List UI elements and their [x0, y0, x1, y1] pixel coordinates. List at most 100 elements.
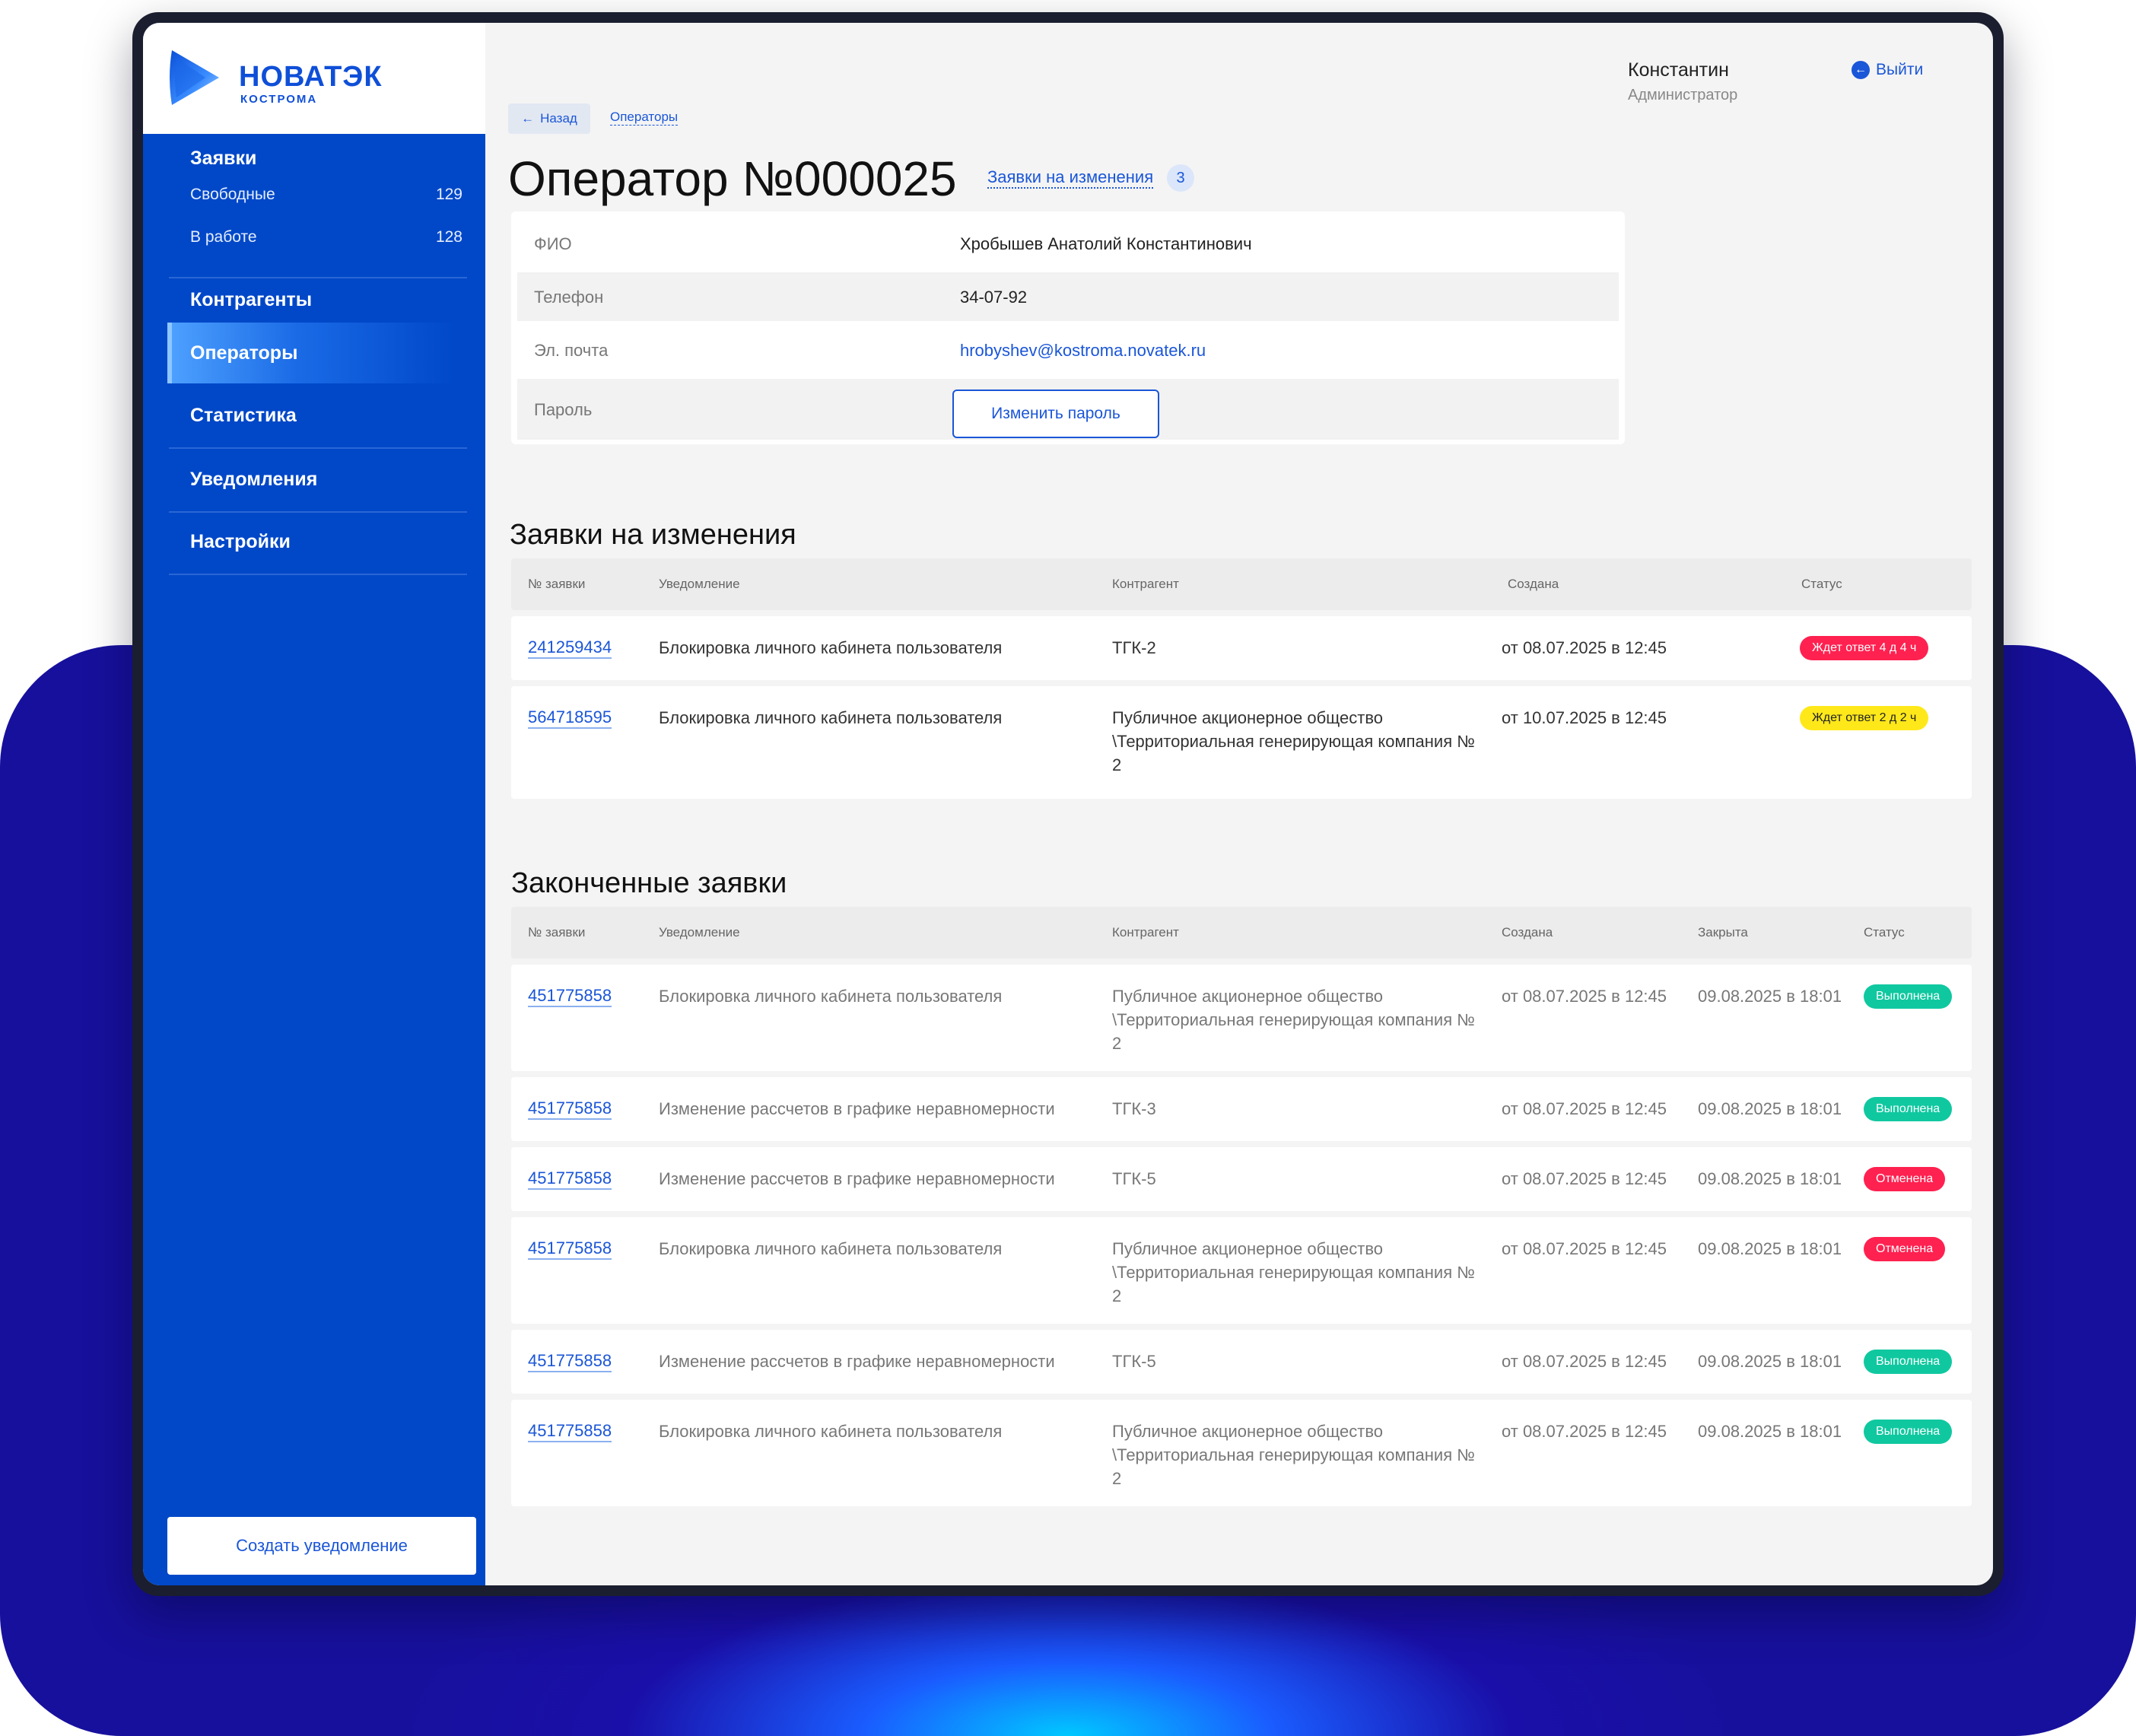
- closed-cell: 09.08.2025 в 18:01: [1698, 1099, 1842, 1118]
- notice-cell: Изменение рассчетов в графике неравномер…: [659, 1169, 1055, 1188]
- phone-value: 34-07-92: [960, 288, 1028, 307]
- created-cell: от 08.07.2025 в 12:45: [1502, 638, 1667, 657]
- sidebar-item-counterparties[interactable]: Контрагенты: [190, 278, 312, 321]
- notice-cell: Изменение рассчетов в графике неравномер…: [659, 1099, 1055, 1118]
- created-cell: от 08.07.2025 в 12:45: [1502, 1422, 1667, 1441]
- brand-name: НОВАТЭК: [239, 61, 383, 93]
- user-role: Администратор: [1628, 87, 1738, 103]
- col-header-notice: Уведомление: [659, 577, 740, 591]
- pending-table-header: № заявки Уведомление Контрагент Создана …: [511, 558, 1972, 610]
- request-id-link[interactable]: 451775858: [528, 1168, 612, 1190]
- logout-label: Выйти: [1876, 61, 1924, 78]
- col-header-counterparty: Контрагент: [1112, 925, 1179, 940]
- info-row-email: Эл. почта hrobyshev@kostroma.novatek.ru: [517, 326, 1619, 374]
- counterparty-cell: ТГК-2: [1112, 638, 1156, 657]
- created-cell: от 10.07.2025 в 12:45: [1502, 708, 1667, 727]
- sidebar-item-free[interactable]: Свободные: [190, 186, 275, 204]
- table-row: 451775858 Блокировка личного кабинета по…: [511, 1217, 1972, 1324]
- sidebar-item-in-work[interactable]: В работе: [190, 228, 257, 246]
- table-row: 451775858 Изменение рассчетов в графике …: [511, 1077, 1972, 1141]
- novatek-logo-icon: [170, 50, 219, 105]
- status-badge: Выполнена: [1864, 1420, 1953, 1444]
- status-badge: Ждет ответ 2 д 2 ч: [1800, 706, 1929, 730]
- free-count: 129: [435, 186, 462, 203]
- col-header-id: № заявки: [528, 925, 586, 940]
- table-row: 451775858 Блокировка личного кабинета по…: [511, 1400, 1972, 1506]
- notice-cell: Блокировка личного кабинета пользователя: [659, 638, 1003, 657]
- nav-divider: [169, 574, 467, 575]
- col-header-created: Создана: [1508, 577, 1559, 591]
- create-notification-button[interactable]: Создать уведомление: [167, 1517, 476, 1575]
- notice-cell: Блокировка личного кабинета пользователя: [659, 708, 1003, 727]
- sidebar-item-requests[interactable]: Заявки: [190, 148, 256, 170]
- app-screen: НОВАТЭК КОСТРОМА Заявки Свободные 129 В …: [143, 23, 1993, 1585]
- created-cell: от 08.07.2025 в 12:45: [1502, 987, 1667, 1006]
- password-label: Пароль: [534, 400, 593, 419]
- sidebar-active-marker: [167, 323, 172, 383]
- counterparty-cell: ТГК-5: [1112, 1352, 1156, 1371]
- arrow-left-icon: ←: [521, 111, 535, 126]
- request-id-link[interactable]: 451775858: [528, 986, 612, 1007]
- table-row: 241259434 Блокировка личного кабинета по…: [511, 616, 1972, 680]
- fio-value: Хробышев Анатолий Константинович: [960, 234, 1252, 253]
- sidebar-item-operators[interactable]: Операторы: [190, 342, 297, 364]
- col-header-id: № заявки: [528, 577, 586, 591]
- col-header-status: Статус: [1864, 925, 1905, 940]
- email-link[interactable]: hrobyshev@kostroma.novatek.ru: [960, 341, 1206, 361]
- back-button[interactable]: ← Назад: [508, 103, 590, 134]
- notice-cell: Блокировка личного кабинета пользователя: [659, 1422, 1003, 1441]
- logout-button[interactable]: ← Выйти: [1852, 61, 1923, 79]
- status-badge: Выполнена: [1864, 1350, 1953, 1374]
- change-password-button[interactable]: Изменить пароль: [952, 389, 1159, 438]
- info-row-phone: Телефон 34-07-92: [517, 272, 1619, 321]
- table-row: 451775858 Изменение рассчетов в графике …: [511, 1147, 1972, 1211]
- request-id-link[interactable]: 451775858: [528, 1421, 612, 1442]
- col-header-counterparty: Контрагент: [1112, 577, 1179, 591]
- col-header-created: Создана: [1502, 925, 1553, 940]
- in-work-count: 128: [435, 228, 462, 246]
- logo[interactable]: НОВАТЭК КОСТРОМА: [143, 23, 485, 134]
- closed-cell: 09.08.2025 в 18:01: [1698, 1422, 1842, 1441]
- created-cell: от 08.07.2025 в 12:45: [1502, 1099, 1667, 1118]
- operator-info-card: ФИО Хробышев Анатолий Константинович Тел…: [511, 211, 1625, 444]
- status-badge: Ждет ответ 4 д 4 ч: [1800, 636, 1929, 660]
- status-badge: Отменена: [1864, 1237, 1946, 1261]
- device-frame: НОВАТЭК КОСТРОМА Заявки Свободные 129 В …: [132, 12, 2004, 1596]
- back-label: Назад: [540, 111, 577, 126]
- request-id-link[interactable]: 451775858: [528, 1351, 612, 1372]
- pending-section-title: Заявки на изменения: [510, 519, 796, 551]
- user-name: Константин: [1628, 59, 1729, 81]
- nav-divider: [169, 447, 467, 449]
- breadcrumb-operators[interactable]: Операторы: [610, 110, 679, 126]
- sidebar-item-notifications[interactable]: Уведомления: [190, 469, 317, 491]
- email-label: Эл. почта: [534, 341, 609, 360]
- sidebar-item-settings[interactable]: Настройки: [190, 531, 291, 553]
- table-row: 451775858 Изменение рассчетов в графике …: [511, 1330, 1972, 1394]
- page-title: Оператор №000025: [508, 151, 957, 206]
- closed-cell: 09.08.2025 в 18:01: [1698, 1352, 1842, 1371]
- counterparty-cell: Публичное акционерное общество \Территор…: [1112, 1422, 1475, 1488]
- fio-label: ФИО: [534, 234, 572, 253]
- change-requests-link[interactable]: Заявки на изменения: [987, 167, 1154, 189]
- request-id-link[interactable]: 241259434: [528, 637, 612, 659]
- status-badge: Отменена: [1864, 1167, 1946, 1191]
- info-row-fio: ФИО Хробышев Анатолий Константинович: [517, 219, 1619, 268]
- counterparty-cell: Публичное акционерное общество \Территор…: [1112, 1239, 1475, 1305]
- counterparty-cell: ТГК-3: [1112, 1099, 1156, 1118]
- created-cell: от 08.07.2025 в 12:45: [1502, 1352, 1667, 1371]
- counterparty-cell: Публичное акционерное общество \Территор…: [1112, 987, 1475, 1053]
- sidebar-item-statistics[interactable]: Статистика: [190, 405, 297, 427]
- logout-icon: ←: [1852, 61, 1870, 79]
- request-id-link[interactable]: 564718595: [528, 707, 612, 729]
- request-id-link[interactable]: 451775858: [528, 1099, 612, 1120]
- change-requests-count-badge: 3: [1167, 164, 1194, 192]
- status-badge: Выполнена: [1864, 1097, 1953, 1121]
- col-header-closed: Закрыта: [1698, 925, 1748, 940]
- counterparty-cell: ТГК-5: [1112, 1169, 1156, 1188]
- col-header-status: Статус: [1801, 577, 1842, 591]
- closed-cell: 09.08.2025 в 18:01: [1698, 1169, 1842, 1188]
- request-id-link[interactable]: 451775858: [528, 1238, 612, 1260]
- notice-cell: Изменение рассчетов в графике неравномер…: [659, 1352, 1055, 1371]
- notice-cell: Блокировка личного кабинета пользователя: [659, 987, 1003, 1006]
- nav-divider: [169, 511, 467, 513]
